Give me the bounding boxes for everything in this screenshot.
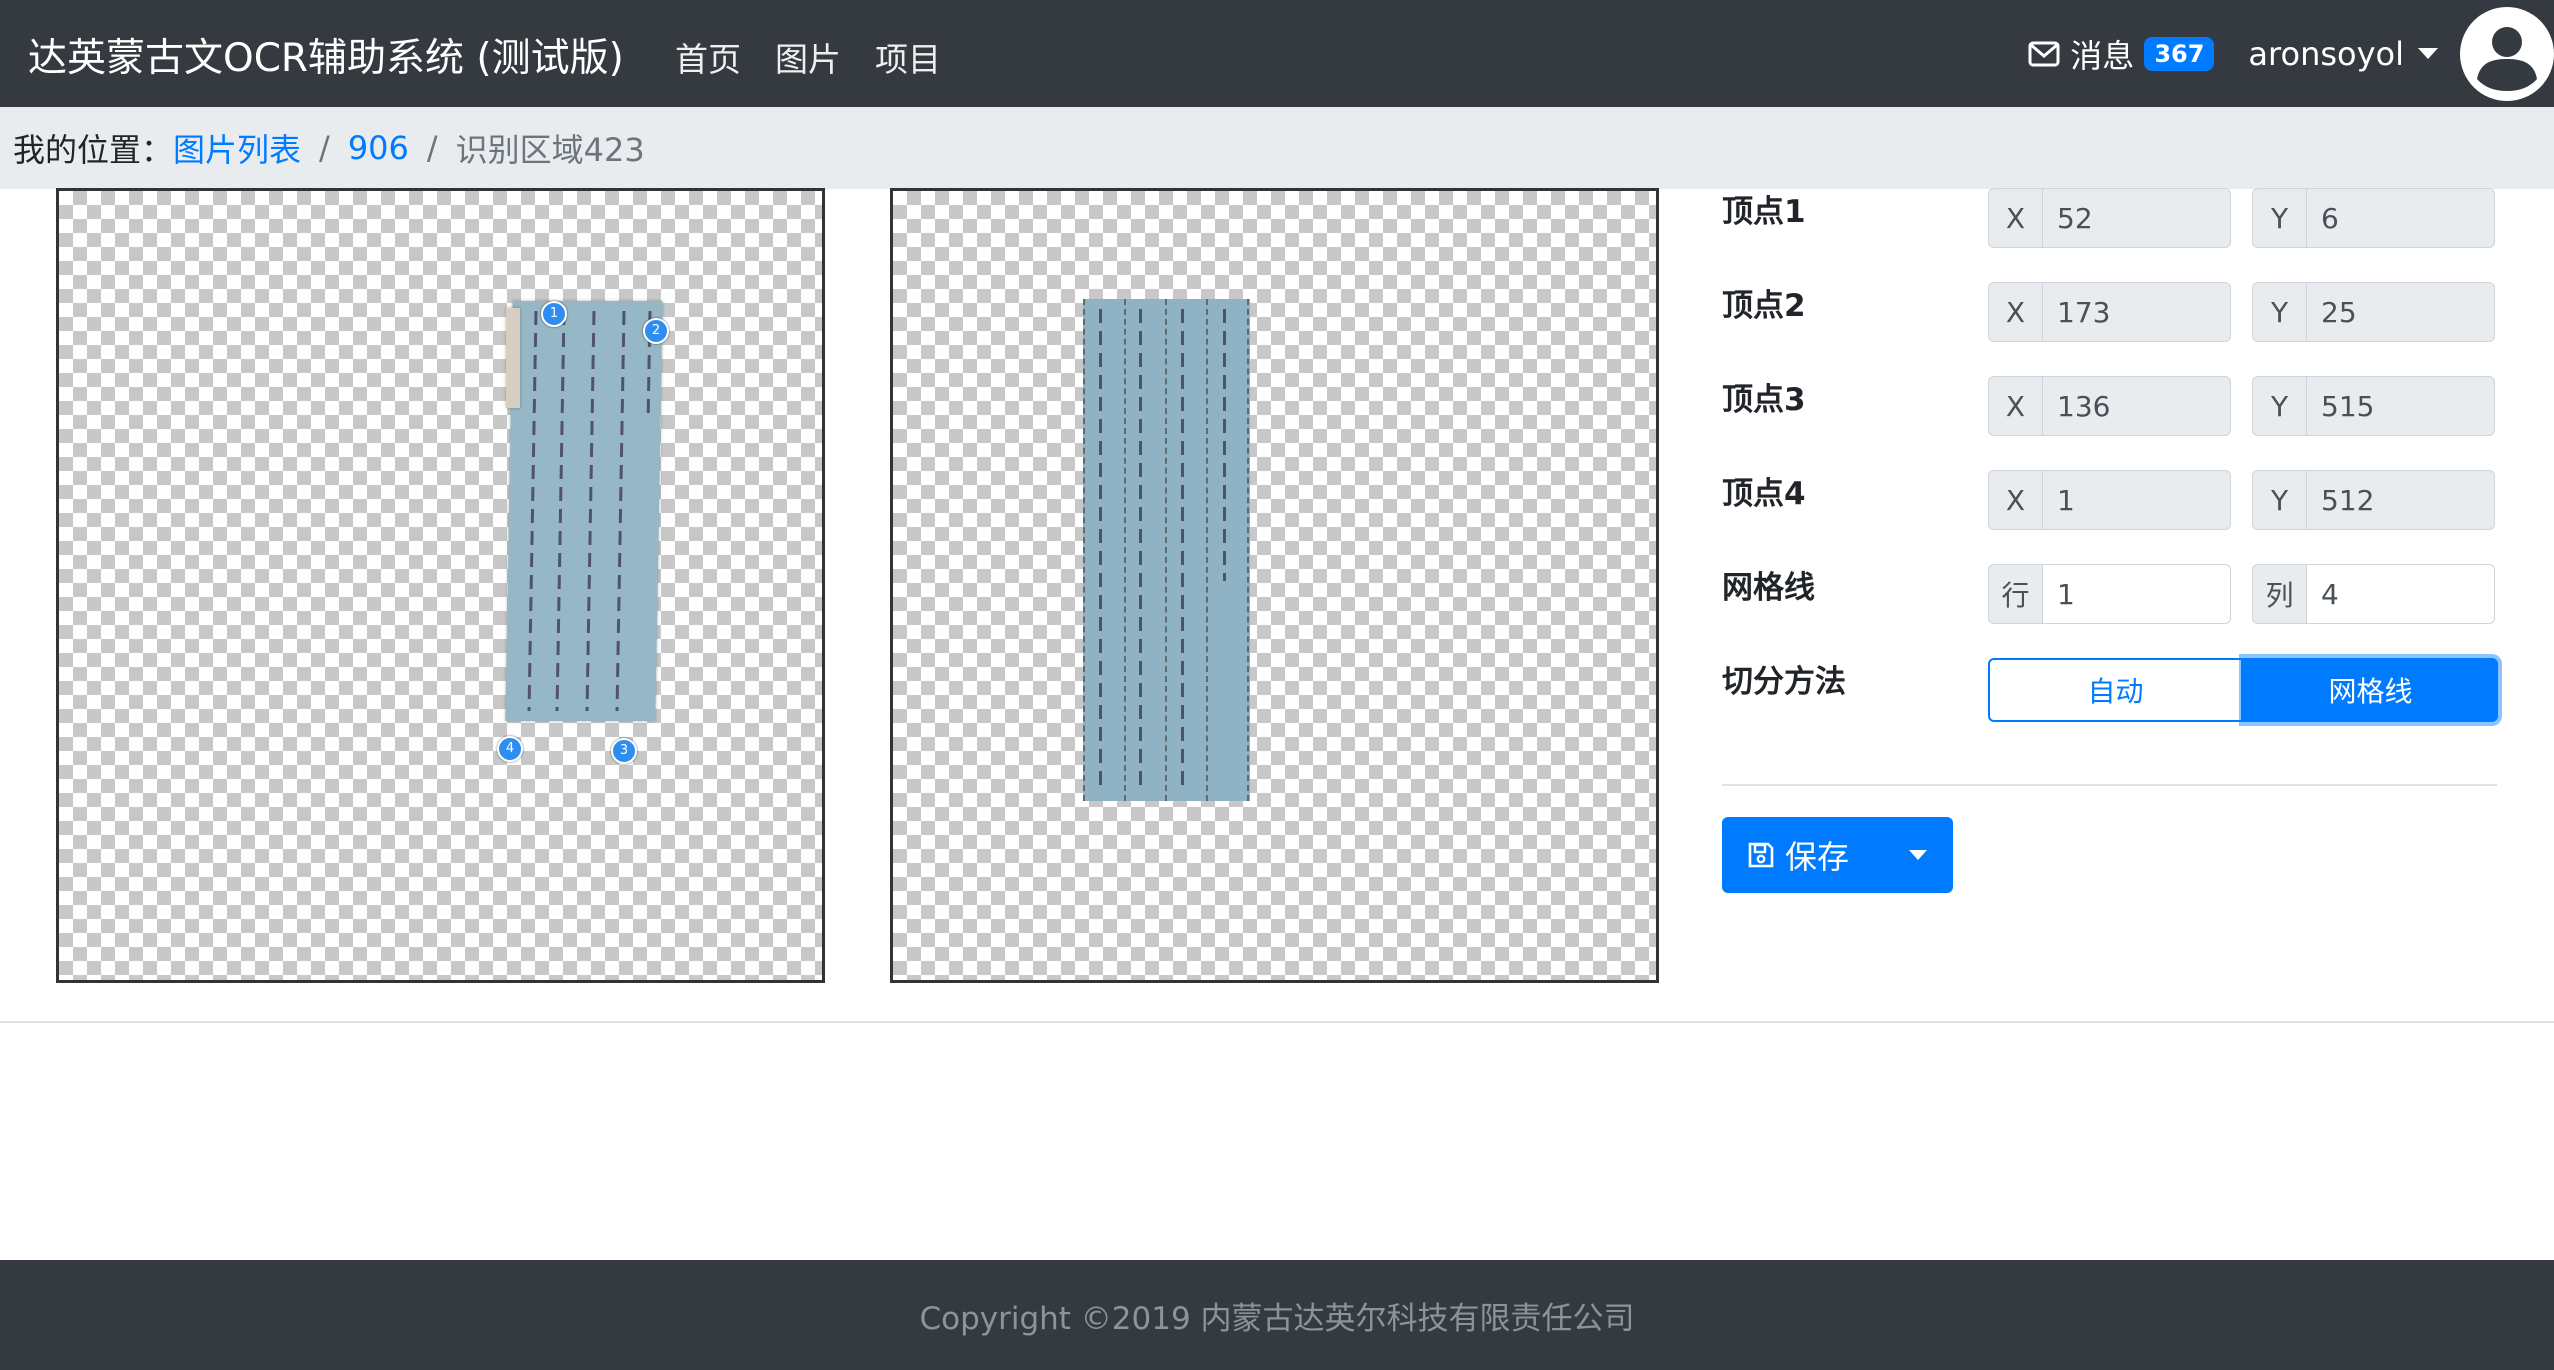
copyright: Copyright ©2019 内蒙古达英尔科技有限责任公司 (919, 1300, 1635, 1337)
vertex-handle-1[interactable]: 1 (541, 301, 567, 327)
grid-cols-field[interactable] (2306, 564, 2495, 624)
y-prefix: Y (2252, 376, 2306, 436)
split-method-toggle: 自动 网格线 (1988, 658, 2498, 722)
x-prefix: X (1988, 282, 2042, 342)
y-prefix: Y (2252, 188, 2306, 248)
split-method-label: 切分方法 (1722, 664, 1846, 700)
cols-prefix: 列 (2252, 564, 2306, 624)
breadcrumb: 我的位置： 图片列表 / 906 / 识别区域423 (0, 107, 2554, 189)
vertex-4-y-field[interactable] (2306, 470, 2495, 530)
vertex-4-x-field[interactable] (2042, 470, 2231, 530)
messages-badge: 367 (2144, 36, 2215, 71)
caret-down-icon[interactable] (1909, 850, 1927, 860)
y-prefix: Y (2252, 470, 2306, 530)
messages-link[interactable]: 消息 367 (2028, 31, 2215, 77)
vertex-2-y-field[interactable] (2306, 282, 2495, 342)
vertex-label: 顶点3 (1722, 382, 1806, 418)
nav-links: 首页 图片 项目 (675, 33, 941, 81)
grid-line (1083, 299, 1085, 801)
vertex-row-1: 顶点1 X Y (1722, 188, 2497, 250)
split-auto-button[interactable]: 自动 (1988, 658, 2243, 722)
vertex-2-x-field[interactable] (2042, 282, 2231, 342)
grid-line (1206, 299, 1208, 801)
messages-label: 消息 (2070, 36, 2135, 75)
breadcrumb-separator: / (319, 129, 330, 167)
navbar: 达英蒙古文OCR辅助系统 (测试版) 首页 图片 项目 消息 367 arons… (0, 0, 2554, 107)
content-divider (0, 1021, 2554, 1023)
caret-down-icon (2418, 48, 2438, 59)
rows-prefix: 行 (1988, 564, 2042, 624)
x-prefix: X (1988, 470, 2042, 530)
nav-link-images[interactable]: 图片 (775, 33, 841, 81)
user-icon (2463, 9, 2551, 98)
breadcrumb-separator: / (426, 129, 438, 167)
save-button[interactable]: 保存 (1722, 817, 1953, 893)
avatar[interactable] (2460, 6, 2554, 101)
grid-line (1165, 299, 1167, 801)
split-method-row: 切分方法 自动 网格线 (1722, 658, 2498, 722)
grid-line (1247, 299, 1249, 801)
vertex-1-x-field[interactable] (2042, 188, 2231, 248)
save-label: 保存 (1785, 838, 1850, 876)
x-prefix: X (1988, 188, 2042, 248)
vertex-handle-4[interactable]: 4 (497, 736, 523, 762)
split-grid-button[interactable]: 网格线 (2243, 658, 2498, 722)
breadcrumb-current: 识别区域423 (455, 131, 645, 169)
vertex-row-3: 顶点3 X Y (1722, 376, 2497, 438)
rectified-preview-canvas (890, 188, 1659, 983)
brand[interactable]: 达英蒙古文OCR辅助系统 (测试版) (28, 27, 624, 83)
rectified-text-region (1083, 299, 1250, 801)
grid-line (1124, 299, 1126, 801)
nav-right: 消息 367 aronsoyol (2028, 0, 2554, 107)
source-image-canvas[interactable]: 1 2 3 4 (56, 188, 825, 983)
nav-link-home[interactable]: 首页 (675, 33, 741, 81)
grid-rows-field[interactable] (2042, 564, 2231, 624)
footer: Copyright ©2019 内蒙古达英尔科技有限责任公司 (0, 1260, 2554, 1370)
vertex-handle-3[interactable]: 3 (611, 738, 637, 764)
floppy-disk-icon (1748, 842, 1774, 868)
source-paper-edge (506, 308, 520, 408)
vertex-handle-2[interactable]: 2 (643, 318, 669, 344)
vertex-3-x-field[interactable] (2042, 376, 2231, 436)
envelope-icon (2028, 41, 2060, 66)
nav-link-projects[interactable]: 项目 (875, 33, 941, 81)
breadcrumb-image-906[interactable]: 906 (348, 129, 409, 167)
breadcrumb-prefix: 我的位置： (13, 131, 174, 169)
vertex-label: 顶点1 (1722, 194, 1806, 230)
breadcrumb-image-list[interactable]: 图片列表 (173, 125, 301, 171)
vertex-row-2: 顶点2 X Y (1722, 282, 2497, 344)
vertex-3-y-field[interactable] (2306, 376, 2495, 436)
x-prefix: X (1988, 376, 2042, 436)
user-menu[interactable]: aronsoyol (2248, 35, 2438, 73)
vertex-label: 顶点2 (1722, 288, 1806, 324)
vertex-row-4: 顶点4 X Y (1722, 470, 2497, 532)
source-text-region (505, 301, 663, 721)
grid-row: 网格线 行 列 (1722, 564, 2497, 626)
vertex-1-y-field[interactable] (2306, 188, 2495, 248)
vertex-label: 顶点4 (1722, 476, 1806, 512)
username: aronsoyol (2248, 34, 2404, 73)
y-prefix: Y (2252, 282, 2306, 342)
form-divider (1722, 784, 2497, 786)
grid-label: 网格线 (1722, 570, 1815, 606)
